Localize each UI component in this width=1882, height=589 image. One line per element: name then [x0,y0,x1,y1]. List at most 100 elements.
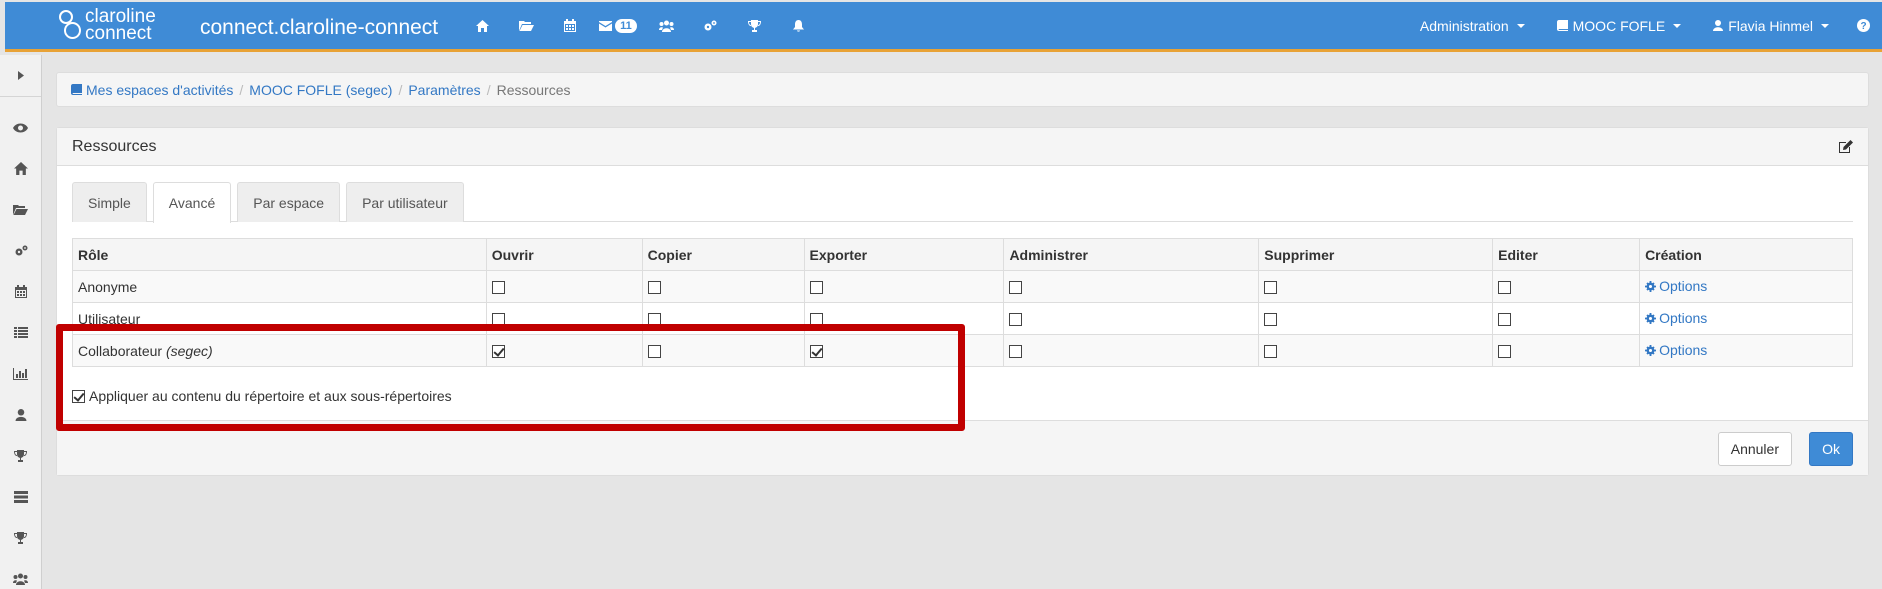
copier-checkbox[interactable] [647,281,661,295]
user-icon [15,408,26,421]
trophy-icon [14,531,27,544]
ouvrir-checkbox[interactable] [491,281,505,295]
supprimer-checkbox[interactable] [1264,313,1278,327]
creation-options-link[interactable]: Options [1645,278,1707,294]
tools-nav-button[interactable] [688,2,732,49]
book-icon [71,84,82,95]
creation-options-label: Options [1659,310,1708,327]
ok-button[interactable]: Ok [1809,432,1853,466]
question-circle-icon: ? [1857,19,1870,32]
panel-title: Ressources [72,137,157,155]
permission-cell-supprimer [1258,334,1494,367]
column-header-administer: Administrer [1003,238,1260,271]
workspace-menu[interactable]: MOOC FOFLE [1541,2,1698,49]
groups-nav-button[interactable] [644,2,688,49]
sidebar-item-server[interactable] [0,476,41,517]
trophy-icon [14,449,27,462]
permission-cell-supprimer [1258,270,1494,303]
editer-checkbox[interactable] [1498,313,1512,327]
breadcrumb-separator: / [398,81,403,98]
column-header-export: Exporter [803,238,1005,271]
sidebar-item-agenda[interactable] [0,271,41,312]
edit-icon[interactable] [1839,140,1853,153]
messages-nav-button[interactable]: 11 [592,2,644,49]
creation-cell: Options [1639,334,1853,367]
column-header-open: Ouvrir [485,238,643,271]
svg-text:?: ? [1860,21,1866,32]
sidebar-item-badges[interactable] [0,435,41,476]
home-icon [13,162,28,175]
tab-advanced[interactable]: Avancé [152,182,232,223]
supprimer-checkbox[interactable] [1264,281,1278,295]
panel-heading: Ressources [57,128,1868,166]
gear-icon [1645,312,1657,324]
sidebar-item-rewards[interactable] [0,517,41,558]
administration-menu[interactable]: Administration [1404,2,1541,49]
help-button[interactable]: ? [1845,2,1882,49]
editer-checkbox[interactable] [1498,345,1512,359]
sidebar-item-analytics[interactable] [0,353,41,394]
permission-cell-exporter [803,270,1005,303]
permission-cell-copier [641,270,805,303]
user-menu[interactable]: Flavia Hinmel [1697,2,1845,49]
bell-icon [792,19,804,32]
book-icon [1556,20,1568,31]
sidebar-item-groups[interactable] [0,558,41,589]
cogs-icon [15,245,27,255]
sidebar-item-list[interactable] [0,312,41,353]
tab-simple[interactable]: Simple [72,182,147,222]
sidebar-item-users[interactable] [0,394,41,435]
resources-nav-button[interactable] [504,2,548,49]
breadcrumb-my-workspaces[interactable]: Mes espaces d'activités [86,82,233,98]
claroline-logo[interactable]: claroline connect [57,7,156,44]
agenda-nav-button[interactable] [548,2,592,49]
creation-options-link[interactable]: Options [1645,342,1707,358]
tab-by-user[interactable]: Par utilisateur [346,182,464,222]
tab-by-workspace[interactable]: Par espace [237,182,341,222]
administrer-checkbox[interactable] [1009,281,1023,295]
breadcrumb-parameters[interactable]: Paramètres [408,82,480,98]
exporter-checkbox[interactable] [809,281,823,295]
chevron-down-icon [1516,23,1525,28]
users-icon [13,573,28,585]
cancel-button[interactable]: Annuler [1717,432,1792,466]
creation-cell: Options [1639,270,1853,303]
editer-checkbox[interactable] [1498,281,1512,295]
caret-right-icon [17,71,24,80]
role-name: Anonyme [78,278,138,295]
sidebar-item-view[interactable] [0,107,41,148]
permission-cell-supprimer [1258,302,1494,335]
notifications-nav-button[interactable] [776,2,820,49]
bar-chart-icon [13,367,28,380]
workspace-label: MOOC FOFLE [1572,17,1666,34]
creation-cell: Options [1639,302,1853,335]
top-navbar: claroline connect connect.claroline-conn… [5,2,1882,52]
list-icon [13,327,28,338]
creation-options-link[interactable]: Options [1645,310,1707,326]
sidebar-item-resources[interactable] [0,189,41,230]
badges-nav-button[interactable] [732,2,776,49]
administrer-checkbox[interactable] [1009,345,1023,359]
column-header-delete: Supprimer [1258,238,1494,271]
breadcrumb-separator: / [239,81,244,98]
home-nav-button[interactable] [460,2,504,49]
administrer-checkbox[interactable] [1009,313,1023,327]
sidebar-item-tools[interactable] [0,230,41,271]
logo-text-line2: connect [85,23,152,44]
column-header-copy: Copier [641,238,805,271]
calendar-icon [14,285,27,298]
folder-icon [518,21,534,31]
column-header-creation: Création [1639,238,1853,271]
sidebar-toggle-button[interactable] [0,55,41,97]
eye-icon [13,123,28,132]
sidebar-item-home[interactable] [0,148,41,189]
breadcrumb-current: Ressources [496,81,571,98]
server-icon [13,490,28,503]
chevron-down-icon [1821,23,1829,28]
supprimer-checkbox[interactable] [1264,345,1278,359]
column-header-role: Rôle [72,238,487,271]
calendar-icon [564,19,576,32]
permission-tabs: Simple Avancé Par espace Par utilisateur [72,182,1853,223]
breadcrumb-workspace[interactable]: MOOC FOFLE (segec) [249,82,392,98]
site-name-link[interactable]: connect.claroline-connect [200,16,438,40]
